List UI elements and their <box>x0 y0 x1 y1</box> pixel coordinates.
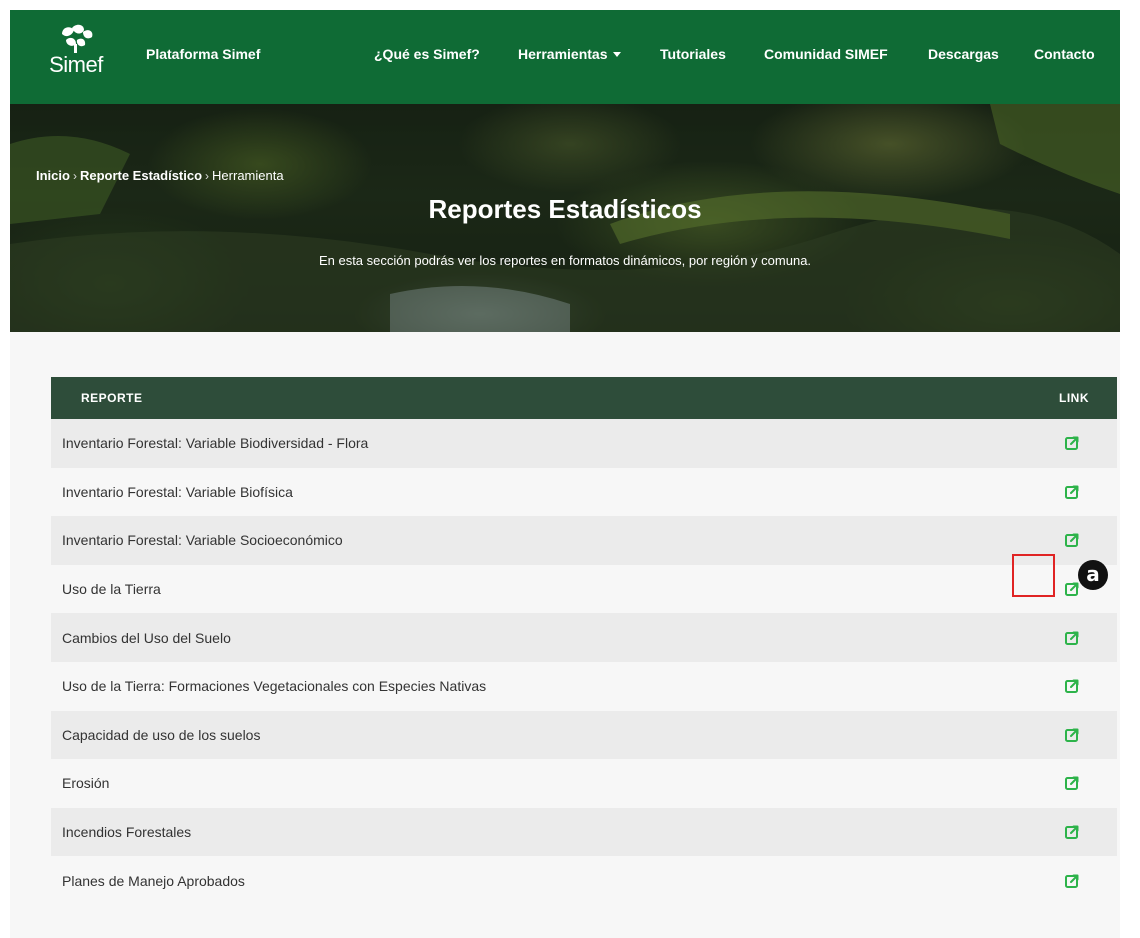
table-body: Inventario Forestal: Variable Biodiversi… <box>51 419 1117 905</box>
external-link-icon[interactable] <box>1065 582 1079 597</box>
external-link-icon[interactable] <box>1065 485 1079 499</box>
breadcrumb-inicio[interactable]: Inicio <box>36 168 70 183</box>
callout-badge: a <box>1078 560 1108 590</box>
reports-table: REPORTE LINK Inventario Forestal: Variab… <box>51 377 1117 905</box>
nav-item-herramientas-label: Herramientas <box>518 46 608 62</box>
breadcrumb-reporte-estadistico[interactable]: Reporte Estadístico <box>80 168 202 183</box>
report-name: Inventario Forestal: Variable Biofísica <box>62 483 293 500</box>
table-row: Inventario Forestal: Variable Biofísica <box>51 467 1117 517</box>
page: Simef Plataforma Simef ¿Qué es Simef? He… <box>10 10 1120 938</box>
report-name: Planes de Manejo Aprobados <box>62 872 245 889</box>
hero-banner: Inicio › Reporte Estadístico › Herramienta R… <box>10 104 1120 332</box>
breadcrumb-separator: › <box>72 169 77 183</box>
nav-item-descargas[interactable]: Descargas <box>928 46 999 62</box>
external-link-icon[interactable] <box>1065 436 1079 451</box>
table-row: Uso de la Tierra: Formaciones Vegetacion… <box>51 661 1117 711</box>
navbar: Simef Plataforma Simef ¿Qué es Simef? He… <box>10 10 1120 104</box>
external-link-icon[interactable] <box>1065 679 1079 694</box>
report-name: Uso de la Tierra <box>62 581 161 598</box>
nav-item-contacto[interactable]: Contacto <box>1034 46 1095 62</box>
report-name: Inventario Forestal: Variable Biodiversi… <box>62 435 369 452</box>
caret-down-icon <box>612 51 621 57</box>
column-header-reporte: REPORTE <box>81 391 143 405</box>
external-link-icon[interactable] <box>1065 776 1079 791</box>
external-link-icon[interactable] <box>1065 874 1079 888</box>
nav-item-herramientas[interactable]: Herramientas <box>518 46 621 62</box>
table-row: Planes de Manejo Aprobados <box>51 856 1117 905</box>
external-link-icon[interactable] <box>1065 728 1079 742</box>
table-row: Cambios del Uso del Suelo <box>51 613 1117 662</box>
external-link-icon[interactable] <box>1065 533 1079 548</box>
report-name: Incendios Forestales <box>62 824 192 841</box>
report-name: Cambios del Uso del Suelo <box>62 629 231 646</box>
table-header: REPORTE LINK <box>51 377 1117 419</box>
table-row: Erosión <box>51 759 1117 808</box>
external-link-icon[interactable] <box>1065 825 1079 840</box>
report-name: Capacidad de uso de los suelos <box>62 726 261 743</box>
page-title: Reportes Estadísticos <box>428 194 702 224</box>
page-subtitle: En esta sección podrás ver los reportes … <box>318 253 812 268</box>
breadcrumb: Inicio › Reporte Estadístico › Herramienta <box>36 168 284 183</box>
table-row: Uso de la Tierra <box>51 564 1117 614</box>
nav-item-que-es-simef[interactable]: ¿Qué es Simef? <box>374 46 480 62</box>
breadcrumb-herramienta: Herramienta <box>212 168 284 183</box>
report-name: Uso de la Tierra: Formaciones Vegetacion… <box>62 678 487 695</box>
breadcrumb-separator: › <box>205 169 210 183</box>
table-row: Incendios Forestales <box>51 807 1117 857</box>
table-row: Capacidad de uso de los suelos <box>51 710 1117 760</box>
column-header-link: LINK <box>1059 391 1089 405</box>
table-row: Inventario Forestal: Variable Socioeconó… <box>51 516 1117 565</box>
nav-item-comunidad-simef[interactable]: Comunidad SIMEF <box>764 46 888 62</box>
nav-menu: ¿Qué es Simef? Herramientas Tutoriales C… <box>10 46 1120 66</box>
table-row: Inventario Forestal: Variable Biodiversi… <box>51 419 1117 468</box>
report-name: Erosión <box>62 775 110 792</box>
report-name: Inventario Forestal: Variable Socioeconó… <box>62 532 343 549</box>
external-link-icon[interactable] <box>1065 631 1079 645</box>
nav-item-tutoriales[interactable]: Tutoriales <box>660 46 726 62</box>
